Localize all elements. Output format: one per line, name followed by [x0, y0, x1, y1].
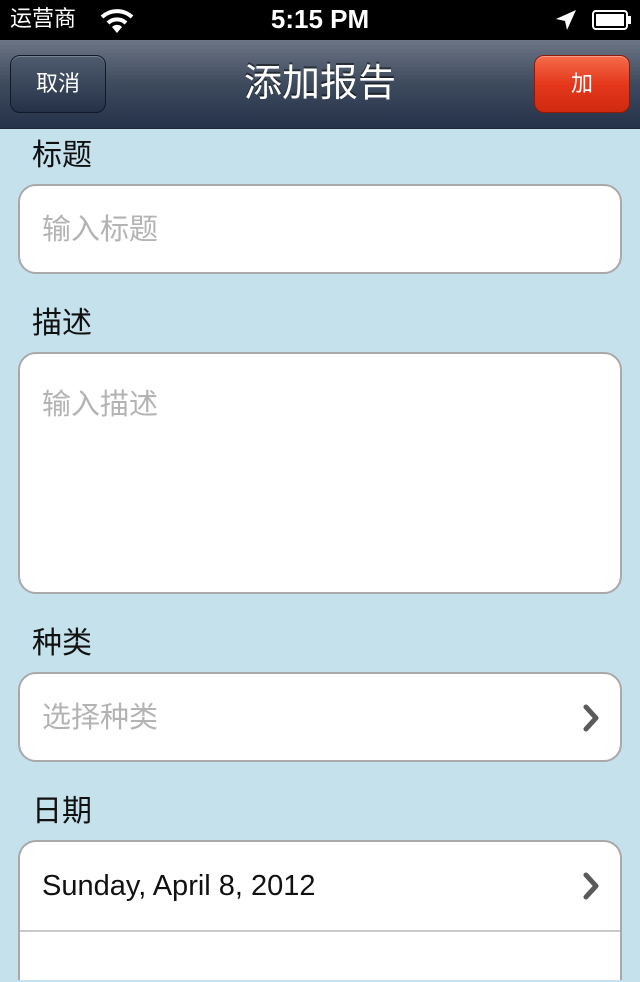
battery-icon	[592, 10, 631, 30]
date-selector[interactable]: Sunday, April 8, 2012	[20, 842, 620, 930]
status-time: 5:15 PM	[270, 4, 370, 34]
location-arrow-icon	[556, 10, 576, 30]
date-label: 日期	[32, 794, 92, 829]
add-button[interactable]: 加	[534, 55, 630, 113]
description-textarea[interactable]: 输入描述	[18, 352, 622, 594]
category-selector[interactable]: 选择种类	[18, 672, 622, 762]
chevron-right-icon	[583, 704, 599, 732]
chevron-right-icon	[583, 872, 599, 900]
title-input[interactable]: 输入标题	[18, 184, 622, 274]
navigation-bar: 取消 添加报告 加	[0, 40, 640, 129]
status-bar: 运营商 5:15 PM	[0, 0, 640, 40]
category-label: 种类	[32, 626, 92, 661]
description-placeholder: 输入描述	[42, 387, 159, 421]
title-placeholder: 输入标题	[42, 212, 159, 246]
date-value: Sunday, April 8, 2012	[42, 870, 316, 902]
description-label: 描述	[32, 306, 92, 341]
date-group: Sunday, April 8, 2012	[18, 840, 622, 980]
category-placeholder: 选择种类	[42, 700, 159, 734]
title-label: 标题	[32, 138, 92, 173]
date-second-row[interactable]	[20, 932, 620, 982]
